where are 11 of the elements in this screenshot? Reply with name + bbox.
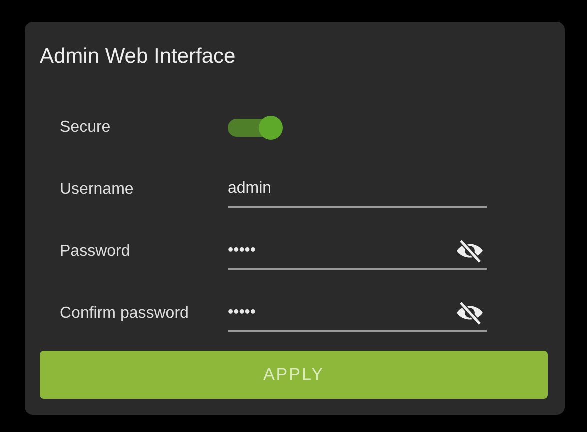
field-label: Secure: [60, 118, 112, 138]
text-field[interactable]: admin: [228, 172, 487, 208]
eye-slash-icon[interactable]: [455, 300, 485, 326]
field-label: Confirm password: [60, 304, 190, 324]
panel-title: Admin Web Interface: [40, 44, 237, 70]
toggle-switch[interactable]: [228, 116, 283, 140]
field-label: Username: [60, 180, 135, 200]
field-label: Password: [60, 242, 132, 262]
password-field[interactable]: •••••: [228, 296, 487, 332]
eye-slash-icon[interactable]: [455, 238, 485, 264]
password-field[interactable]: •••••: [228, 234, 487, 270]
